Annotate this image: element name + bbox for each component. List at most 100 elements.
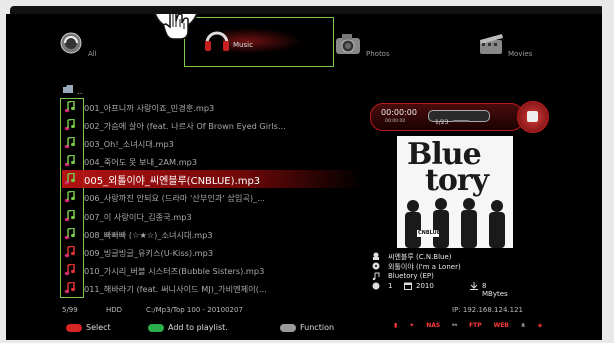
album-cover: Blue tory CNBLUE [397, 136, 513, 248]
media-player-screen: All Music Photos Movies .. 001_아프니까 사랑이죠… [0, 0, 614, 343]
nav-music-label: Music [233, 41, 253, 49]
track-title: 001_아프니까 사랑이죠_민경훈.mp3 [84, 103, 215, 113]
band-photo [405, 198, 505, 248]
wifi-icon: ◈ [537, 322, 543, 329]
screen-frame-right [602, 0, 614, 343]
album-text: Bluetory (EP) [388, 272, 434, 280]
track-title: 008_빠빠빠 (☆★☆)_소녀시대.mp3 [84, 229, 213, 240]
add-label: Add to playlist. [168, 323, 228, 332]
music-note-icon [64, 244, 76, 260]
select-hint[interactable]: Select [66, 323, 111, 332]
song-icon [372, 262, 380, 270]
track-title: 006_사랑까진 안되요 (드라마 '산부인과' 삽입곡)_... [84, 193, 265, 204]
music-note-icon [64, 118, 76, 133]
track-title: 009_빙글빙글_유키스(U-Kiss).mp3 [84, 247, 214, 258]
headphones-icon [203, 26, 231, 56]
nav-movies[interactable]: Movies [478, 32, 558, 66]
track-number-icon [372, 282, 380, 290]
nav-music[interactable]: Music [184, 17, 334, 67]
camera-icon [334, 32, 364, 58]
music-note-icon [64, 208, 76, 224]
svg-text:1/23: 1/23 [435, 119, 449, 126]
track-list: 001_아프니까 사랑이죠_민경훈.mp3 002_가슴에 살아 (feat. 나… [62, 98, 362, 297]
gray-button-icon [280, 323, 296, 332]
usb-icon: ▮ [394, 322, 398, 329]
lan-icon: ⋔ [520, 322, 526, 329]
calendar-icon [404, 282, 412, 292]
current-path: C:/Mp3/Top 100 - 20100207 [146, 306, 243, 314]
music-note-icon [64, 190, 76, 205]
music-note-icon [64, 226, 76, 242]
music-note-icon [64, 100, 76, 115]
green-button-icon [148, 323, 164, 332]
all-media-icon [60, 32, 82, 56]
music-note-icon [64, 136, 76, 151]
size-icon [470, 282, 478, 292]
stop-icon [527, 111, 538, 122]
function-label: Function [300, 323, 335, 332]
track-row[interactable]: 004_죽어도 못 보내_2AM.mp3 [62, 152, 362, 170]
red-button-icon [66, 323, 82, 332]
track-number: 1 [388, 282, 393, 290]
year-text: 2010 [416, 282, 434, 290]
track-title: 011_해바라기 (feat. 써니사이드 MJ)_가비엔제이(... [84, 283, 267, 294]
elapsed-time: 00:00:00 [381, 108, 417, 117]
track-row[interactable]: 007_이 사랑이다_김종국.mp3 [62, 207, 362, 225]
select-label: Select [86, 323, 111, 332]
track-row[interactable]: 006_사랑까진 안되요 (드라마 '산부인과' 삽입곡)_... [62, 188, 362, 206]
track-row[interactable]: 009_빙글빙글_유키스(U-Kiss).mp3 [62, 243, 362, 261]
track-title: 002_가슴에 살아 (feat. 나르사 Of Brown Eyed Girl… [84, 121, 286, 132]
network-icon: ✦ [409, 322, 415, 329]
folder-up-icon [62, 85, 77, 97]
track-row[interactable]: 003_Oh!_소녀시대.mp3 [62, 134, 362, 152]
album-note-icon [372, 272, 380, 281]
album-band-label: CNBLUE [418, 230, 441, 236]
folder-up-row[interactable]: .. [62, 84, 83, 97]
nav-photos[interactable]: Photos [334, 32, 404, 66]
stop-button[interactable] [517, 101, 549, 133]
album-cover-title-line2: tory [425, 163, 489, 198]
track-title: 007_이 사랑이다_김종국.mp3 [84, 211, 192, 222]
track-title: 010_가시리_버블 시스터즈(Bubble Sisters).mp3 [84, 265, 265, 276]
item-count: 5/99 [62, 306, 78, 314]
ip-address: IP: 192.168.124.121 [452, 306, 523, 314]
track-row[interactable]: 010_가시리_버블 시스터즈(Bubble Sisters).mp3 [62, 261, 362, 279]
nav-all-label: All [88, 50, 97, 58]
screen-frame-top [0, 0, 614, 14]
track-row[interactable]: 005_외톨이야_씨엔블루(CNBLUE).mp3 [62, 170, 362, 189]
nav-photos-label: Photos [366, 50, 390, 58]
track-row[interactable]: 011_해바라기 (feat. 써니사이드 MJ)_가비엔제이(... [62, 279, 362, 297]
nav-movies-label: Movies [508, 50, 533, 58]
artist-icon [372, 252, 380, 260]
share-icon: ⚯ [452, 322, 458, 329]
top-navigation: All Music Photos Movies [40, 17, 574, 74]
artist-text: 씨엔블루 (C.N.Blue) [388, 253, 452, 261]
track-row[interactable]: 008_빠빠빠 (☆★☆)_소녀시대.mp3 [62, 225, 362, 243]
size-text: 8 MBytes [482, 282, 508, 298]
music-note-icon [64, 281, 76, 296]
function-hint[interactable]: Function [280, 323, 334, 332]
web-label: WEB [493, 322, 509, 329]
repeat-button[interactable]: 1/23 [428, 110, 490, 126]
song-text: 외톨이야 (I'm a Loner) [388, 263, 461, 271]
track-row[interactable]: 002_가슴에 살아 (feat. 나르사 Of Brown Eyed Girl… [62, 116, 362, 134]
elapsed-time-small: 00:00:00 [385, 119, 406, 124]
button-legend-bar: Select Add to playlist. Function ▮ ✦ NAS… [0, 318, 614, 338]
nav-all[interactable]: All [60, 32, 120, 66]
music-note-icon [64, 154, 76, 169]
ftp-label: FTP [469, 322, 482, 329]
add-to-playlist-hint[interactable]: Add to playlist. [148, 323, 228, 332]
system-status-icons: ▮ ✦ NAS ⚯ FTP WEB ⋔ ◈ [394, 322, 552, 334]
track-title: 004_죽어도 못 보내_2AM.mp3 [84, 157, 198, 168]
track-row[interactable]: 001_아프니까 사랑이죠_민경훈.mp3 [62, 98, 362, 116]
music-note-icon [64, 262, 76, 278]
screen-frame-left [0, 0, 6, 343]
folder-up-dots: .. [76, 87, 83, 97]
film-icon [478, 32, 506, 58]
screen-bezel [10, 6, 604, 14]
progress-capsule: 00:00:00 00:00:00 1/23 [370, 103, 524, 131]
music-note-icon [64, 172, 76, 187]
device-label: HDD [106, 306, 123, 314]
track-title: 003_Oh!_소녀시대.mp3 [84, 139, 174, 150]
player-controls: 00:00:00 00:00:00 1/23 [370, 101, 549, 133]
